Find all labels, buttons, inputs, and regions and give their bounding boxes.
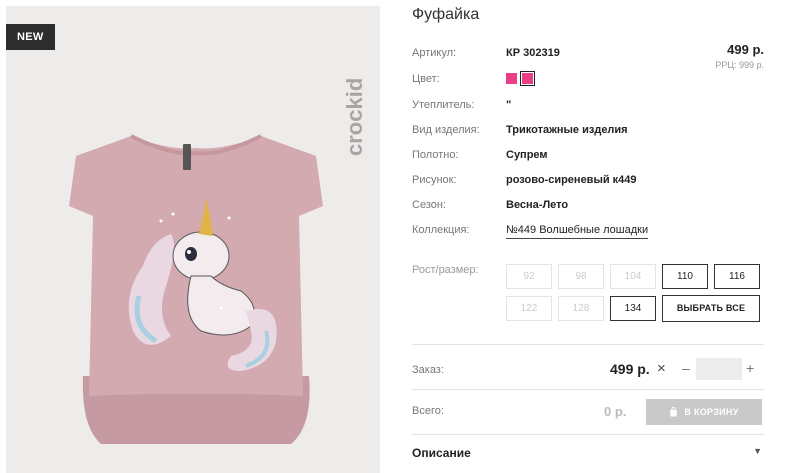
pattern-label: Рисунок:: [412, 174, 457, 186]
product-info: Фуфайка 499 р. РРЦ: 999 р. Артикул: КР 3…: [412, 0, 764, 473]
quantity-input[interactable]: [696, 358, 742, 380]
product-price: 499 р.: [727, 42, 764, 57]
select-all-sizes-button[interactable]: ВЫБРАТЬ ВСЕ: [662, 295, 760, 322]
order-price: 499 р.: [610, 361, 650, 377]
insulation-label: Утеплитель:: [412, 99, 475, 111]
color-swatch-selected[interactable]: [520, 71, 535, 86]
size-option-92[interactable]: 92: [506, 264, 552, 289]
multiply-icon: ×: [657, 360, 666, 377]
color-label: Цвет:: [412, 73, 440, 85]
size-option-98[interactable]: 98: [558, 264, 604, 289]
description-toggle[interactable]: Описание: [412, 446, 471, 460]
size-option-128[interactable]: 128: [558, 296, 604, 321]
size-label: Рост/размер:: [412, 264, 479, 276]
fabric-label: Полотно:: [412, 149, 459, 161]
divider: [412, 344, 764, 345]
article-value: КР 302319: [506, 47, 560, 59]
recommended-price: РРЦ: 999 р.: [715, 60, 764, 70]
tshirt-illustration: [69, 134, 323, 444]
total-label: Всего:: [412, 405, 444, 417]
collection-link[interactable]: №449 Волшебные лошадки: [506, 224, 649, 239]
pattern-value: розово-сиреневый к449: [506, 174, 637, 186]
new-badge: NEW: [6, 24, 55, 50]
total-value: 0 р.: [604, 404, 627, 419]
divider: [412, 434, 764, 435]
product-image[interactable]: NEW crockid: [6, 6, 380, 473]
season-label: Сезон:: [412, 199, 446, 211]
size-option-122[interactable]: 122: [506, 296, 552, 321]
type-value: Трикотажные изделия: [506, 124, 628, 136]
add-to-cart-button[interactable]: В КОРЗИНУ: [646, 399, 762, 425]
size-option-104[interactable]: 104: [610, 264, 656, 289]
fabric-value: Супрем: [506, 149, 548, 161]
article-label: Артикул:: [412, 47, 457, 59]
size-option-134[interactable]: 134: [610, 296, 656, 321]
collection-label: Коллекция:: [412, 224, 470, 236]
type-label: Вид изделия:: [412, 124, 480, 136]
brand-logo: crockid: [342, 78, 367, 156]
size-option-116[interactable]: 116: [714, 264, 760, 289]
insulation-value: ": [506, 99, 512, 111]
season-value: Весна-Лето: [506, 199, 569, 211]
size-option-110[interactable]: 110: [662, 264, 708, 289]
product-title: Фуфайка: [412, 6, 480, 23]
add-to-cart-label: В КОРЗИНУ: [684, 407, 739, 417]
bag-icon: [670, 407, 678, 417]
divider: [412, 389, 764, 390]
order-label: Заказ:: [412, 364, 444, 376]
chevron-down-icon[interactable]: ▼: [753, 446, 762, 456]
color-swatch[interactable]: [506, 73, 517, 84]
decrease-quantity-button[interactable]: –: [682, 360, 690, 376]
svg-text:crockid: crockid: [342, 78, 367, 156]
increase-quantity-button[interactable]: +: [746, 360, 754, 376]
